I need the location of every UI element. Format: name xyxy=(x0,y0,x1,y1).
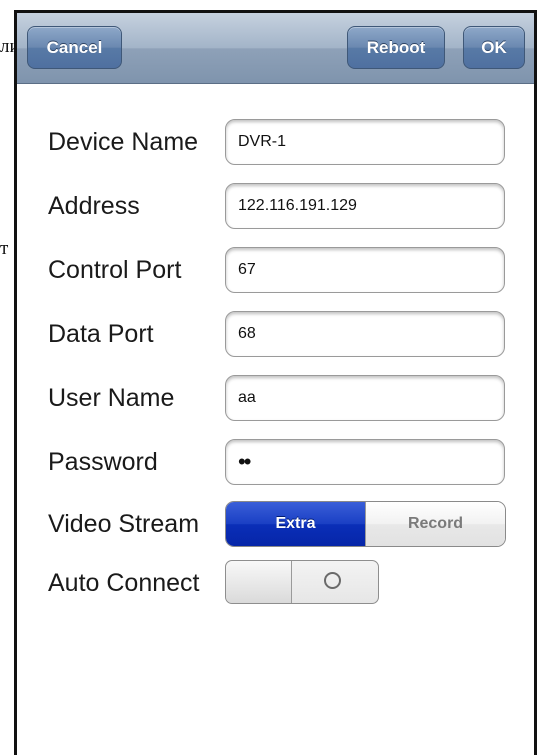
address-input[interactable] xyxy=(225,183,505,229)
user-name-label: User Name xyxy=(48,384,175,412)
auto-connect-row: Auto Connect xyxy=(17,558,534,608)
password-input[interactable] xyxy=(225,439,505,485)
page: ли т Cancel Reboot OK Device Name Addres… xyxy=(0,0,543,755)
cancel-button[interactable]: Cancel xyxy=(27,26,122,69)
navigation-bar: Cancel Reboot OK xyxy=(17,13,534,84)
background-text-fragment: т xyxy=(0,238,9,259)
video-stream-option-extra[interactable]: Extra xyxy=(226,502,365,546)
toggle-off-icon xyxy=(324,572,341,589)
device-settings-screen: Cancel Reboot OK Device Name Address Con… xyxy=(14,10,537,755)
password-row: Password xyxy=(17,437,534,487)
address-label: Address xyxy=(48,192,140,220)
data-port-label: Data Port xyxy=(48,320,154,348)
control-port-label: Control Port xyxy=(48,256,182,284)
control-port-row: Control Port xyxy=(17,245,534,295)
user-name-row: User Name xyxy=(17,373,534,423)
data-port-row: Data Port xyxy=(17,309,534,359)
user-name-input[interactable] xyxy=(225,375,505,421)
video-stream-label: Video Stream xyxy=(48,510,200,538)
data-port-input[interactable] xyxy=(225,311,505,357)
control-port-input[interactable] xyxy=(225,247,505,293)
device-name-input[interactable] xyxy=(225,119,505,165)
reboot-button[interactable]: Reboot xyxy=(347,26,445,69)
auto-connect-toggle[interactable] xyxy=(225,560,379,604)
ok-button[interactable]: OK xyxy=(463,26,525,69)
video-stream-row: Video Stream Extra Record xyxy=(17,499,534,549)
address-row: Address xyxy=(17,181,534,231)
auto-connect-label: Auto Connect xyxy=(48,569,200,597)
video-stream-option-record[interactable]: Record xyxy=(365,502,505,546)
password-label: Password xyxy=(48,448,158,476)
video-stream-segmented-control: Extra Record xyxy=(225,501,506,547)
device-name-row: Device Name xyxy=(17,117,534,167)
device-name-label: Device Name xyxy=(48,128,199,156)
toggle-knob xyxy=(226,561,292,603)
